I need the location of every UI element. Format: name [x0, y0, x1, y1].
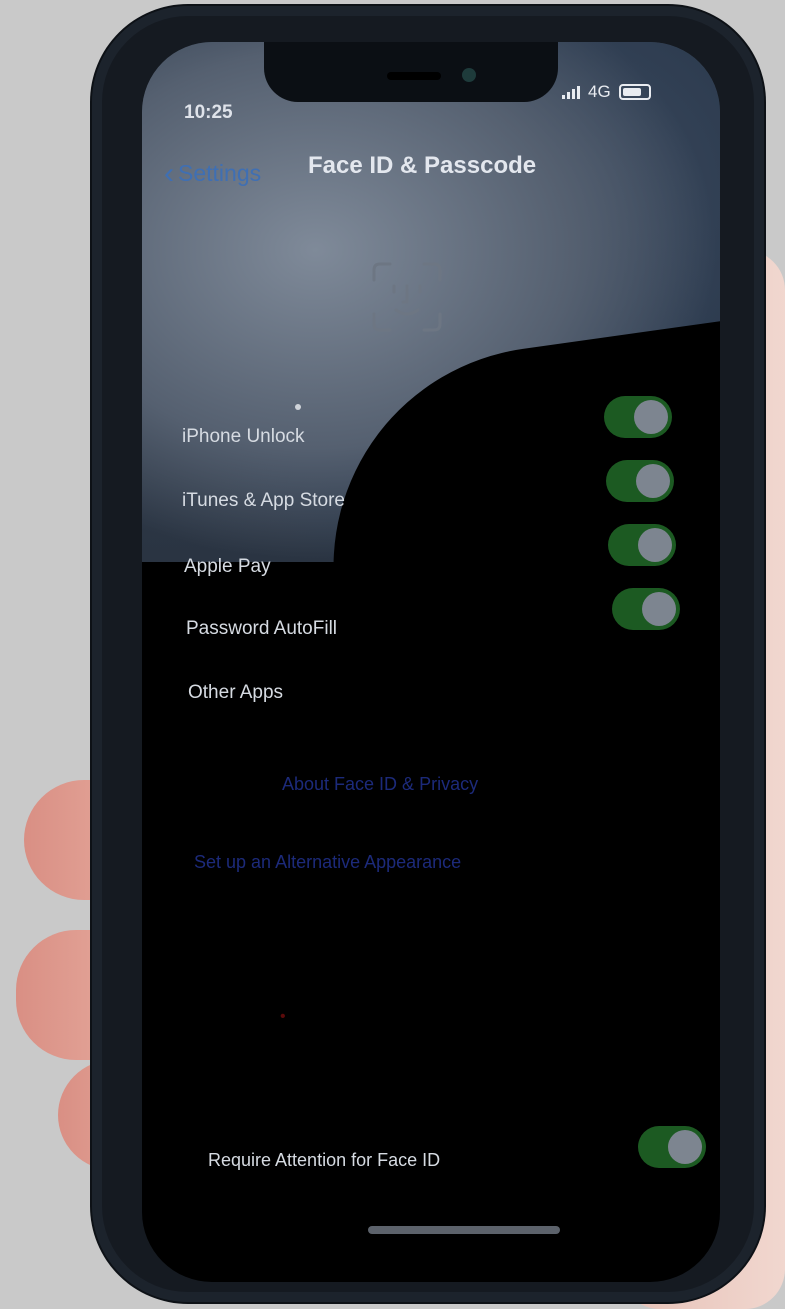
back-button[interactable]: ‹ Settings	[164, 156, 262, 190]
back-label: Settings	[178, 160, 262, 186]
row-label-password-autofill: Password AutoFill	[186, 618, 338, 639]
battery-icon	[618, 84, 651, 100]
toggle-itunes-app-store[interactable]	[606, 460, 674, 502]
toggle-iphone-unlock[interactable]	[604, 396, 672, 438]
row-label-itunes-app-store: iTunes & App Store	[182, 490, 346, 511]
status-time: 10:25	[184, 102, 233, 123]
row-label-apple-pay: Apple Pay	[184, 556, 271, 577]
phone-screen: 10:25 4G ‹ Settings Face ID & Passcode i…	[142, 42, 720, 1282]
toggle-apple-pay[interactable]	[608, 524, 676, 566]
network-label: 4G	[588, 82, 611, 101]
status-indicators: 4G	[562, 82, 651, 102]
row-label-iphone-unlock: iPhone Unlock	[182, 426, 305, 447]
row-label-require-attention: Require Attention for Face ID	[208, 1150, 441, 1170]
home-indicator[interactable]	[368, 1226, 560, 1234]
face-id-icon	[372, 262, 442, 332]
alternative-appearance-link[interactable]: Set up an Alternative Appearance	[194, 852, 461, 873]
about-face-id-link[interactable]: About Face ID & Privacy	[282, 774, 478, 795]
toggle-require-attention[interactable]	[638, 1126, 706, 1168]
speaker-grille	[387, 72, 441, 80]
reset-face-id-button[interactable]: •	[280, 1008, 286, 1026]
signal-icon	[562, 85, 580, 99]
dot	[295, 404, 301, 410]
toggle-password-autofill[interactable]	[612, 588, 680, 630]
chevron-left-icon: ‹	[164, 156, 174, 190]
row-other-apps[interactable]: Other Apps	[188, 682, 283, 704]
notch	[264, 42, 558, 102]
page-title: Face ID & Passcode	[308, 152, 537, 179]
front-camera	[462, 68, 476, 82]
